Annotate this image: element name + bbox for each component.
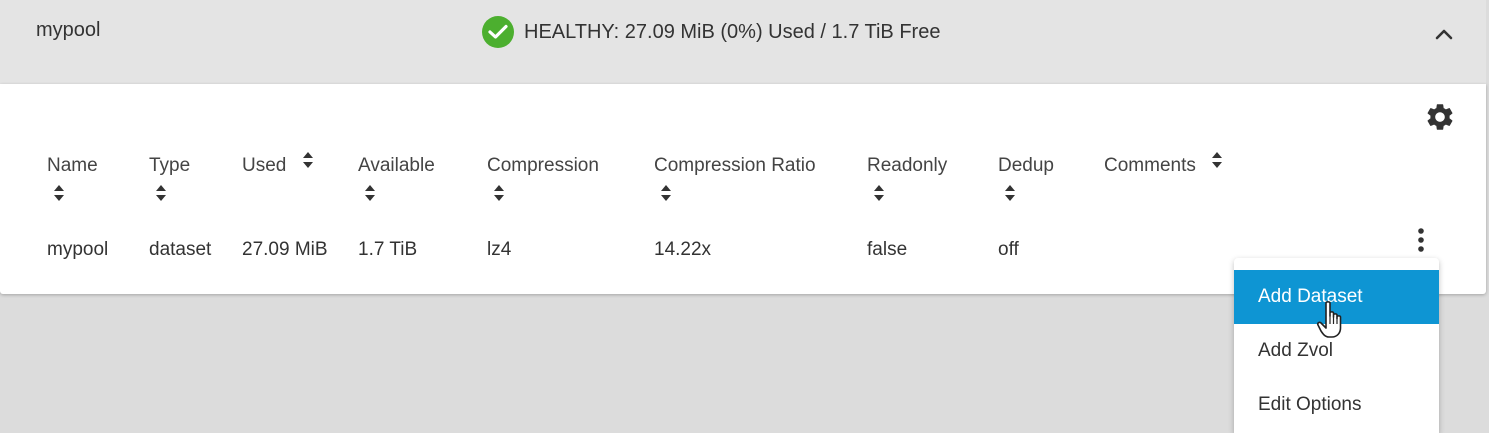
cell-readonly: false bbox=[867, 239, 908, 260]
column-header-dedup[interactable]: Dedup bbox=[998, 154, 1054, 209]
column-label: Used bbox=[242, 155, 287, 176]
column-header-name[interactable]: Name bbox=[47, 154, 98, 209]
cell-compression: lz4 bbox=[487, 239, 512, 260]
column-label: Comments bbox=[1104, 155, 1196, 176]
column-header-compression-ratio[interactable]: Compression Ratio bbox=[654, 154, 816, 209]
column-header-comments[interactable]: Comments bbox=[1104, 151, 1223, 178]
column-label: Name bbox=[47, 155, 98, 176]
hand-pointer-icon bbox=[1316, 300, 1346, 340]
pool-header[interactable]: mypool HEALTHY: 27.09 MiB (0%) Used / 1.… bbox=[0, 0, 1486, 84]
column-label: Readonly bbox=[867, 155, 948, 176]
sort-icon[interactable] bbox=[1004, 184, 1054, 209]
sort-icon[interactable] bbox=[53, 184, 98, 209]
column-label: Compression bbox=[487, 155, 599, 176]
cell-type: dataset bbox=[149, 239, 212, 260]
cell-name: mypool bbox=[47, 239, 109, 260]
column-header-used[interactable]: Used bbox=[242, 151, 314, 178]
sort-icon[interactable] bbox=[155, 184, 190, 209]
check-circle-icon bbox=[482, 16, 514, 48]
column-header-available[interactable]: Available bbox=[358, 154, 435, 209]
row-actions-menu: Add Dataset Add Zvol Edit Options bbox=[1234, 258, 1439, 433]
sort-icon[interactable] bbox=[660, 184, 816, 209]
cell-dedup: off bbox=[998, 239, 1019, 260]
cell-used: 27.09 MiB bbox=[242, 239, 328, 260]
chevron-up-icon[interactable] bbox=[1430, 20, 1458, 48]
column-header-readonly[interactable]: Readonly bbox=[867, 154, 947, 209]
sort-icon[interactable] bbox=[1211, 151, 1223, 176]
sort-icon[interactable] bbox=[302, 151, 314, 176]
sort-icon[interactable] bbox=[873, 184, 947, 209]
column-label: Compression Ratio bbox=[654, 155, 816, 176]
sort-icon[interactable] bbox=[364, 184, 435, 209]
pool-name: mypool bbox=[36, 19, 101, 41]
more-vert-icon[interactable] bbox=[1408, 224, 1434, 256]
column-label: Dedup bbox=[998, 155, 1054, 176]
cell-available: 1.7 TiB bbox=[358, 239, 418, 260]
sort-icon[interactable] bbox=[493, 184, 599, 209]
gear-icon[interactable] bbox=[1422, 99, 1458, 135]
pool-status: HEALTHY: 27.09 MiB (0%) Used / 1.7 TiB F… bbox=[482, 16, 940, 48]
column-header-compression[interactable]: Compression bbox=[487, 154, 599, 209]
column-label: Available bbox=[358, 155, 435, 176]
menu-item-edit-options[interactable]: Edit Options bbox=[1234, 378, 1439, 432]
column-header-type[interactable]: Type bbox=[149, 154, 190, 209]
pool-status-text: HEALTHY: 27.09 MiB (0%) Used / 1.7 TiB F… bbox=[524, 20, 941, 43]
cell-compression-ratio: 14.22x bbox=[654, 239, 712, 260]
column-label: Type bbox=[149, 155, 191, 176]
